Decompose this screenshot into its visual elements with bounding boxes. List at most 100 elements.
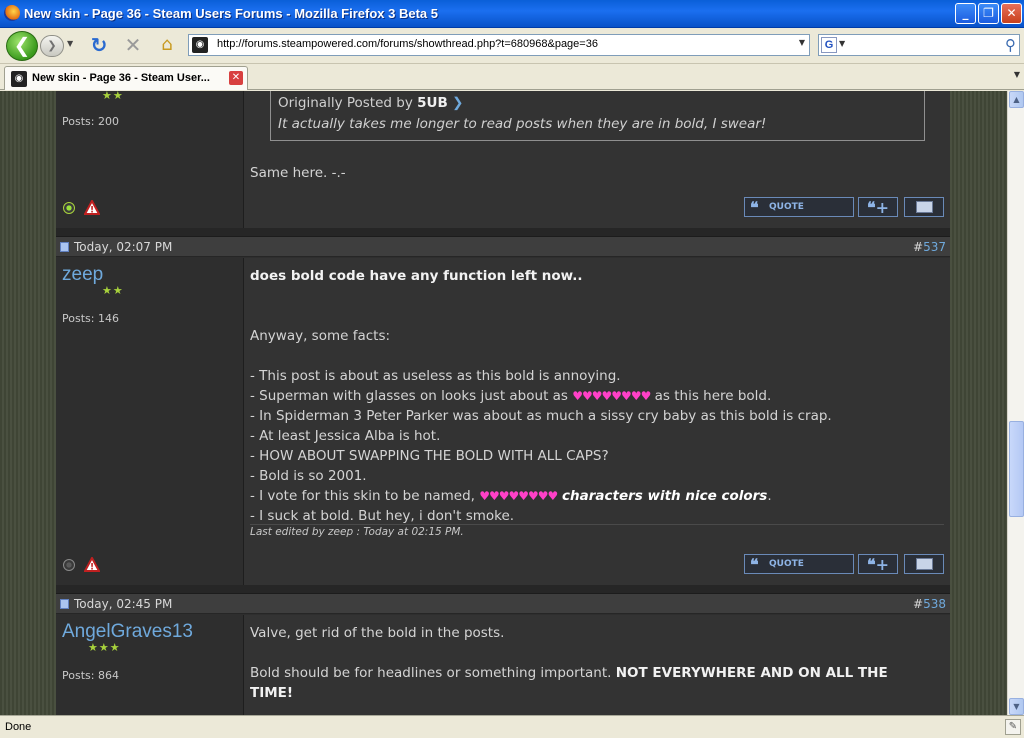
stop-button[interactable]: ✕ xyxy=(122,34,144,56)
close-tab-icon[interactable]: ✕ xyxy=(229,71,243,85)
rank-stars: ★★ xyxy=(102,91,124,102)
tab-strip: ◉ New skin - Page 36 - Steam User... ✕ ▼ xyxy=(0,64,1024,90)
post-count: Posts: 864 xyxy=(62,669,119,682)
envelope-icon xyxy=(916,558,933,570)
post-line: - I suck at bold. But hey, i don't smoke… xyxy=(250,508,515,524)
post-body: Valve, get rid of the bold in the posts.… xyxy=(250,623,888,703)
svg-text:!: ! xyxy=(90,563,94,573)
view-post-arrow-icon[interactable]: ❯ xyxy=(452,95,463,111)
post-userinfo: AngelGraves13 ★★★ Posts: 864 xyxy=(56,615,244,715)
offline-status-icon xyxy=(63,559,75,571)
post-count: Posts: 200 xyxy=(62,115,119,128)
firefox-icon xyxy=(4,5,20,21)
send-pm-button[interactable] xyxy=(904,554,944,574)
post-line: - I vote for this skin to be named, ♥♥♥♥… xyxy=(250,488,772,504)
home-button[interactable]: ⌂ xyxy=(156,34,178,56)
post-line-text: Bold should be for headlines or somethin… xyxy=(250,665,616,681)
quote-button[interactable]: ❝ QUOTE xyxy=(744,197,854,217)
url-text[interactable]: http://forums.steampowered.com/forums/sh… xyxy=(217,38,598,50)
google-engine-icon[interactable]: G xyxy=(821,37,837,53)
url-dropdown-icon[interactable]: ▼ xyxy=(799,38,805,47)
post-line: TIME! xyxy=(250,685,294,701)
post-line-text: . xyxy=(767,488,772,504)
hearts-text: ♥♥♥♥♥♥♥♥ xyxy=(572,389,651,403)
status-bar: Done ✎ xyxy=(0,715,1024,738)
post-number-link[interactable]: 538 xyxy=(923,597,946,611)
post-message: does bold code have any function left no… xyxy=(244,258,950,585)
forward-button[interactable]: ❯ xyxy=(40,35,64,57)
quote-attribution: Originally Posted by 5UB ❯ xyxy=(278,95,463,111)
post-line: - Bold is so 2001. xyxy=(250,468,367,484)
back-button[interactable]: ❮ xyxy=(6,31,38,61)
post-line: - This post is about as useless as this … xyxy=(250,368,621,384)
post-userinfo: ★★ Posts: 200 ! xyxy=(56,91,244,228)
search-icon[interactable]: ⚲ xyxy=(1005,36,1016,54)
report-post-icon[interactable]: ! xyxy=(84,200,100,215)
post-page-icon xyxy=(60,599,69,609)
post-date: Today, 02:45 PM xyxy=(74,597,173,611)
multi-quote-button[interactable]: ❝+ xyxy=(858,197,898,217)
post-message: Originally Posted by 5UB ❯ It actually t… xyxy=(244,91,950,228)
post-line: Bold should be for headlines or somethin… xyxy=(250,665,888,681)
post-line-text: as this here bold. xyxy=(650,388,772,404)
status-text: Done xyxy=(5,721,32,733)
post-separator xyxy=(56,228,950,236)
rank-stars: ★★★ xyxy=(88,641,121,654)
scrollbar-thumb[interactable] xyxy=(1009,421,1024,517)
post-line: - Superman with glasses on looks just ab… xyxy=(250,388,771,404)
engine-dropdown-icon[interactable]: ▼ xyxy=(839,39,845,48)
scroll-up-icon[interactable]: ▲ xyxy=(1009,91,1024,108)
address-bar[interactable]: ◉ http://forums.steampowered.com/forums/… xyxy=(188,34,810,56)
quote-prefix: Originally Posted by xyxy=(278,95,418,111)
report-post-icon[interactable]: ! xyxy=(84,557,100,572)
steam-tab-icon: ◉ xyxy=(11,71,27,87)
quote-text: It actually takes me longer to read post… xyxy=(278,116,767,132)
search-bar[interactable]: G ▼ ⚲ xyxy=(818,34,1020,56)
quote-block: Originally Posted by 5UB ❯ It actually t… xyxy=(270,91,925,141)
forum-thread: ★★ Posts: 200 ! Originally Posted by 5UB… xyxy=(56,91,950,715)
send-pm-button[interactable] xyxy=(904,197,944,217)
vertical-scrollbar[interactable]: ▲ ▼ xyxy=(1007,91,1024,715)
quote-author[interactable]: 5UB xyxy=(417,95,448,111)
emphasized-text: characters with nice colors xyxy=(557,488,768,504)
post-body: does bold code have any function left no… xyxy=(250,266,832,526)
post-date: Today, 02:07 PM xyxy=(74,240,173,254)
quote-button-label: QUOTE xyxy=(769,559,804,569)
multi-quote-button[interactable]: ❝+ xyxy=(858,554,898,574)
bold-text: NOT EVERYWHERE AND ON ALL THE xyxy=(615,665,888,681)
post-message: Valve, get rid of the bold in the posts.… xyxy=(244,615,950,715)
post-line: Anyway, some facts: xyxy=(250,328,391,344)
page-viewport: ★★ Posts: 200 ! Originally Posted by 5UB… xyxy=(0,91,1007,715)
post-line-text: - Superman with glasses on looks just ab… xyxy=(250,388,573,404)
quote-button-label: QUOTE xyxy=(769,202,804,212)
tab-forum-page[interactable]: ◉ New skin - Page 36 - Steam User... ✕ xyxy=(4,66,248,90)
scroll-down-icon[interactable]: ▼ xyxy=(1009,698,1024,715)
online-status-icon xyxy=(63,202,75,214)
edited-note: Last edited by zeep : Today at 02:15 PM. xyxy=(250,524,944,538)
post-count: Posts: 146 xyxy=(62,312,119,325)
edit-pencil-icon[interactable]: ✎ xyxy=(1005,719,1021,735)
maximize-button[interactable]: ❐ xyxy=(978,3,999,24)
post-number-prefix: # xyxy=(913,240,924,254)
quote-button[interactable]: ❝ QUOTE xyxy=(744,554,854,574)
post-line-text: - I vote for this skin to be named, xyxy=(250,488,480,504)
quote-icon: ❝ xyxy=(750,555,759,574)
envelope-icon xyxy=(916,201,933,213)
history-dropdown-icon[interactable]: ▼ xyxy=(67,39,73,48)
window-title: New skin - Page 36 - Steam Users Forums … xyxy=(24,6,438,21)
username-link[interactable]: AngelGraves13 xyxy=(62,621,193,643)
minimize-button[interactable]: _ xyxy=(955,3,976,24)
post-line: - HOW ABOUT SWAPPING THE BOLD WITH ALL C… xyxy=(250,448,609,464)
quote-icon: ❝ xyxy=(750,198,759,217)
username-link[interactable]: zeep xyxy=(62,264,103,286)
post-separator xyxy=(56,585,950,593)
post-number-link[interactable]: 537 xyxy=(923,240,946,254)
reload-button[interactable]: ↻ xyxy=(88,34,110,56)
close-window-button[interactable]: ✕ xyxy=(1001,3,1022,24)
title-bar: New skin - Page 36 - Steam Users Forums … xyxy=(0,0,1024,28)
tab-list-dropdown-icon[interactable]: ▼ xyxy=(1014,70,1020,79)
post-header: Today, 02:45 PM #538 xyxy=(56,593,950,614)
post-number: #538 xyxy=(913,597,946,611)
post-page-icon xyxy=(60,242,69,252)
post-userinfo: zeep ★★ Posts: 146 ! xyxy=(56,258,244,585)
